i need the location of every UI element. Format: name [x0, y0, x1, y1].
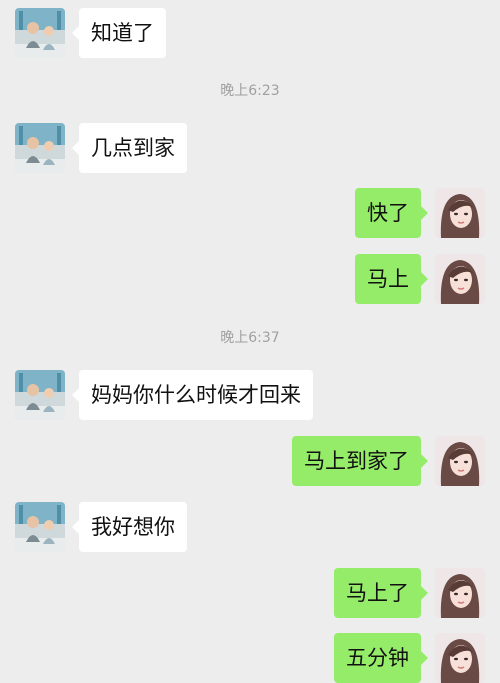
child-avatar-icon	[15, 370, 65, 420]
child-avatar-icon	[15, 8, 65, 58]
timestamp: 晚上6:37	[220, 330, 280, 346]
woman-avatar-icon	[435, 633, 485, 683]
contact-avatar[interactable]	[15, 370, 65, 420]
message-text: 快了	[367, 201, 409, 225]
child-avatar-icon	[15, 123, 65, 173]
user-avatar[interactable]	[435, 633, 485, 683]
message-text: 五分钟	[346, 646, 409, 670]
message-bubble[interactable]: 知道了	[72, 8, 166, 58]
user-avatar[interactable]	[435, 436, 485, 486]
message-bubble[interactable]: 马上	[355, 254, 428, 304]
woman-avatar-icon	[435, 436, 485, 486]
message-text: 我好想你	[91, 515, 175, 539]
message-text: 知道了	[91, 21, 154, 45]
message-bubble[interactable]: 妈妈你什么时候才回来	[72, 370, 313, 420]
woman-avatar-icon	[435, 254, 485, 304]
user-avatar[interactable]	[435, 568, 485, 618]
message-text: 马上到家了	[304, 449, 409, 473]
child-avatar-icon	[15, 502, 65, 552]
message-bubble[interactable]: 几点到家	[72, 123, 187, 173]
contact-avatar[interactable]	[15, 123, 65, 173]
message-bubble[interactable]: 五分钟	[334, 633, 428, 683]
user-avatar[interactable]	[435, 254, 485, 304]
message-bubble[interactable]: 我好想你	[72, 502, 187, 552]
message-text: 妈妈你什么时候才回来	[91, 383, 301, 407]
contact-avatar[interactable]	[15, 8, 65, 58]
message-bubble[interactable]: 快了	[355, 188, 428, 238]
woman-avatar-icon	[435, 188, 485, 238]
user-avatar[interactable]	[435, 188, 485, 238]
contact-avatar[interactable]	[15, 502, 65, 552]
message-text: 马上	[367, 267, 409, 291]
message-bubble[interactable]: 马上到家了	[292, 436, 428, 486]
woman-avatar-icon	[435, 568, 485, 618]
message-text: 几点到家	[91, 136, 175, 160]
message-bubble[interactable]: 马上了	[334, 568, 428, 618]
chat-area[interactable]: 知道了 晚上6:23 几点到家 快了 马上 晚上6:37 妈妈你什么时候才回来 …	[0, 0, 500, 683]
message-text: 马上了	[346, 581, 409, 605]
timestamp: 晚上6:23	[220, 83, 280, 99]
